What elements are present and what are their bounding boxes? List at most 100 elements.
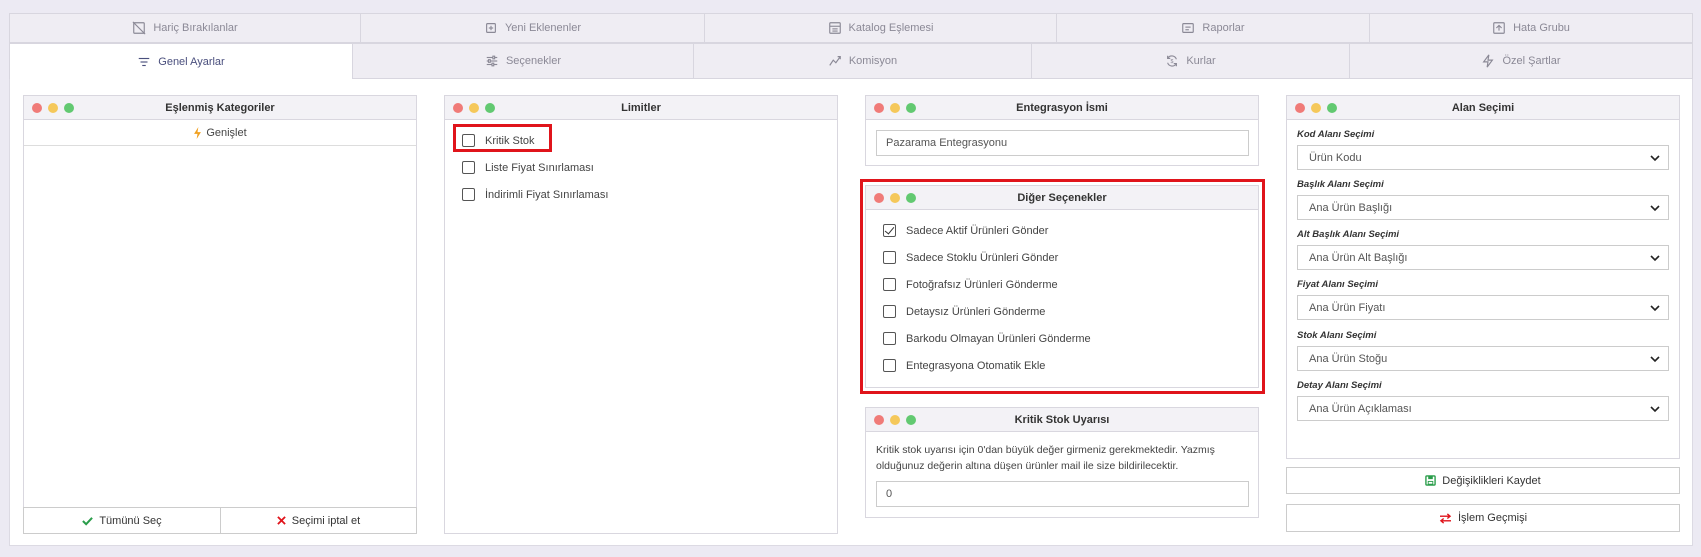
tab-options[interactable]: Seçenekler	[353, 43, 694, 79]
select-value: Ana Ürün Alt Başlığı	[1309, 251, 1408, 264]
tab-label: Genel Ayarlar	[158, 55, 225, 68]
code-field-label: Kod Alanı Seçimi	[1297, 129, 1375, 140]
checkbox-label: Liste Fiyat Sınırlaması	[485, 161, 594, 174]
detail-field-label: Detay Alanı Seçimi	[1297, 380, 1382, 391]
expand-button[interactable]: Genişlet	[24, 120, 416, 146]
integration-name-input[interactable]: Pazarama Entegrasyonu	[876, 130, 1249, 156]
window-dots	[874, 103, 916, 113]
panel-header: Limitler	[445, 96, 837, 120]
title-field-select[interactable]: Ana Ürün Başlığı	[1297, 195, 1669, 220]
subtitle-field-select[interactable]: Ana Ürün Alt Başlığı	[1297, 245, 1669, 270]
error-group-icon	[1493, 22, 1505, 34]
panel-title: Eşlenmiş Kategoriler	[165, 101, 275, 114]
cancel-selection-button[interactable]: Seçimi iptal et	[220, 507, 417, 534]
tab-general-settings[interactable]: Genel Ayarlar	[9, 43, 353, 79]
tab-label: Hariç Bırakılanlar	[153, 22, 238, 34]
window-dots	[874, 415, 916, 425]
select-value: Ana Ürün Başlığı	[1309, 201, 1393, 214]
stock-field-label: Stok Alanı Seçimi	[1297, 330, 1377, 341]
integration-name-panel: Entegrasyon İsmi Pazarama Entegrasyonu	[865, 95, 1259, 166]
chevron-down-icon	[1650, 356, 1660, 363]
critical-stock-description: Kritik stok uyarısı için 0'dan büyük değ…	[876, 444, 1215, 472]
window-dots	[1295, 103, 1337, 113]
critical-stock-warning-panel: Kritik Stok Uyarısı Kritik stok uyarısı …	[865, 407, 1259, 518]
tab-label: Seçenekler	[505, 55, 562, 67]
tab-label: Komisyon	[848, 55, 898, 67]
currency-icon: $	[1167, 55, 1178, 67]
tab-commission[interactable]: Komisyon	[694, 43, 1032, 79]
select-value: Ana Ürün Stoğu	[1309, 352, 1388, 365]
catalog-icon	[828, 22, 841, 34]
save-icon	[1425, 475, 1437, 486]
category-tree[interactable]	[24, 147, 416, 508]
select-all-label: Tümünü Seç	[99, 514, 162, 527]
sliders-icon	[486, 55, 498, 67]
window-dots	[453, 103, 495, 113]
history-label: İşlem Geçmişi	[1457, 512, 1528, 524]
tab-catalog[interactable]: Katalog Eşlemesi	[705, 13, 1057, 43]
chevron-down-icon	[1650, 406, 1660, 413]
panel-header: Alan Seçimi	[1287, 96, 1679, 120]
commission-icon	[829, 56, 841, 66]
select-all-button[interactable]: Tümünü Seç	[23, 507, 221, 534]
checkbox[interactable]	[462, 188, 475, 201]
filter-icon	[139, 57, 150, 66]
tab-currency[interactable]: $ Kurlar	[1032, 43, 1350, 79]
excluded-icon	[132, 21, 146, 35]
tab-excluded[interactable]: Hariç Bırakılanlar	[9, 13, 361, 43]
highlight-box	[860, 179, 1265, 394]
panel-title: Entegrasyon İsmi	[1016, 101, 1108, 114]
tab-reports[interactable]: Raporlar	[1057, 13, 1370, 43]
panel-title: Alan Seçimi	[1451, 101, 1515, 114]
critical-stock-input[interactable]: 0	[876, 481, 1249, 507]
limits-panel: Limitler Kritik Stok Liste Fiyat Sınırla…	[444, 95, 838, 534]
tab-new-items[interactable]: Yeni Eklenenler	[361, 13, 705, 43]
tab-row-secondary: Hariç Bırakılanlar Yeni Eklenenler Katal…	[9, 13, 1693, 43]
svg-text:$: $	[1171, 59, 1174, 65]
chevron-down-icon	[1650, 155, 1660, 162]
select-value: Ana Ürün Fiyatı	[1309, 301, 1386, 314]
save-changes-button[interactable]: Değişiklikleri Kaydet	[1286, 467, 1680, 494]
tab-label: Yeni Eklenenler	[504, 22, 582, 34]
field-selection-panel: Alan Seçimi Kod Alanı Seçimi Ürün Kodu B…	[1286, 95, 1680, 459]
highlight-box	[453, 124, 552, 152]
expand-label: Genişlet	[206, 126, 247, 139]
price-field-select[interactable]: Ana Ürün Fiyatı	[1297, 295, 1669, 320]
check-icon	[82, 516, 94, 526]
panel-title: Kritik Stok Uyarısı	[1014, 413, 1110, 426]
new-items-icon	[486, 23, 496, 33]
close-icon	[277, 516, 286, 525]
window-dots	[32, 103, 74, 113]
chevron-down-icon	[1650, 205, 1660, 212]
detail-field-select[interactable]: Ana Ürün Açıklaması	[1297, 396, 1669, 421]
checkbox[interactable]	[462, 161, 475, 174]
select-value: Ürün Kodu	[1309, 151, 1362, 164]
price-field-label: Fiyat Alanı Seçimi	[1297, 279, 1378, 290]
tab-error-group[interactable]: Hata Grubu	[1370, 13, 1693, 43]
cancel-selection-label: Seçimi iptal et	[291, 514, 361, 527]
tab-row-primary: Genel Ayarlar Seçenekler Komisyon $ Kurl…	[9, 43, 1693, 79]
tab-label: Raporlar	[1202, 22, 1245, 34]
select-value: Ana Ürün Açıklaması	[1309, 402, 1412, 415]
chevron-down-icon	[1650, 255, 1660, 262]
mapped-categories-panel: Eşlenmiş Kategoriler Genişlet Tümünü Seç…	[23, 95, 417, 534]
save-changes-label: Değişiklikleri Kaydet	[1442, 474, 1541, 487]
bolt-icon	[1482, 54, 1494, 68]
discount-price-limit-checkbox[interactable]: İndirimli Fiyat Sınırlaması	[462, 188, 608, 201]
panel-title: Limitler	[621, 101, 661, 114]
tab-label: Hata Grubu	[1513, 22, 1570, 34]
code-field-select[interactable]: Ürün Kodu	[1297, 145, 1669, 170]
panel-header: Kritik Stok Uyarısı	[866, 408, 1258, 432]
chevron-down-icon	[1650, 305, 1660, 312]
tab-label: Katalog Eşlemesi	[848, 22, 934, 34]
list-price-limit-checkbox[interactable]: Liste Fiyat Sınırlaması	[462, 161, 594, 174]
checkbox-label: İndirimli Fiyat Sınırlaması	[485, 188, 609, 201]
subtitle-field-label: Alt Başlık Alanı Seçimi	[1297, 229, 1400, 240]
history-button[interactable]: İşlem Geçmişi	[1286, 504, 1680, 532]
bolt-icon	[194, 126, 202, 139]
report-icon	[1182, 23, 1195, 33]
panel-header: Eşlenmiş Kategoriler	[24, 96, 416, 120]
title-field-label: Başlık Alanı Seçimi	[1297, 179, 1384, 190]
tab-special-terms[interactable]: Özel Şartlar	[1350, 43, 1693, 79]
stock-field-select[interactable]: Ana Ürün Stoğu	[1297, 346, 1669, 371]
